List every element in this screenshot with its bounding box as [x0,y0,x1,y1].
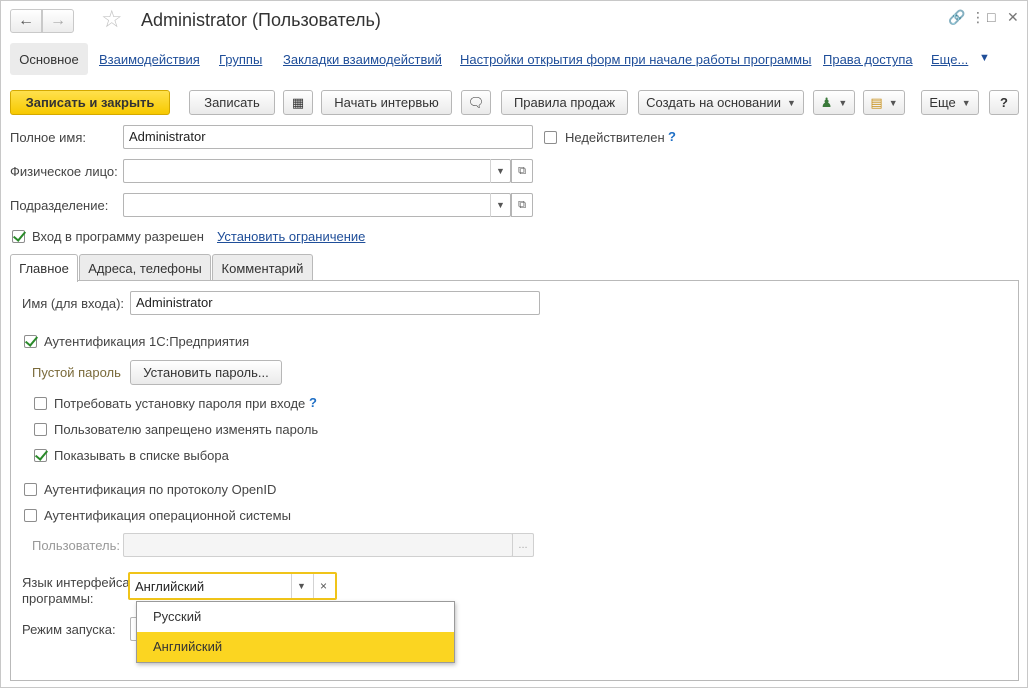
open-link-icon[interactable]: ⧉ [511,193,533,217]
tab-addresses-phones[interactable]: Адреса, телефоны [79,254,211,281]
forbid-change-password-label: Пользователю запрещено изменять пароль [54,422,319,437]
openid-label: Аутентификация по протоколу OpenID [44,482,277,497]
empty-password-label: Пустой пароль [32,365,121,380]
forbid-change-password-checkbox[interactable] [34,423,47,436]
auth-1c-checkbox[interactable] [24,335,37,348]
language-dropdown-list: Русский Английский [136,601,455,663]
maximize-icon[interactable]: □ [987,9,995,25]
document-list-button[interactable]: ▦ [283,90,313,115]
user-form-window: ← → ☆ Administrator (Пользователь) 🔗 ⋮ □… [0,0,1028,688]
chevron-down-icon[interactable]: ▼ [979,52,990,64]
users-menu-button[interactable]: ♟ ▼ [813,90,855,115]
department-label: Подразделение: [10,198,109,213]
show-in-list-label: Показывать в списке выбора [54,448,229,463]
openid-checkbox[interactable] [24,483,37,496]
sales-rules-button[interactable]: Правила продаж [501,90,628,115]
report-icon: ▤ [870,94,883,110]
department-input[interactable] [123,193,511,217]
link-icon[interactable]: 🔗 [948,9,965,26]
arrow-left-icon: ← [18,12,34,29]
arrow-right-icon: → [50,12,66,29]
dropdown-option-russian[interactable]: Русский [137,602,454,632]
create-based-on-button[interactable]: Создать на основании ▼ [638,90,804,115]
help-question-icon[interactable]: ? [668,129,676,144]
chevron-down-icon[interactable]: ▼ [490,193,510,217]
full-name-label: Полное имя: [10,130,86,145]
interface-language-label: Язык интерфейса [22,575,130,590]
os-auth-label: Аутентификация операционной системы [44,508,291,523]
save-and-close-button[interactable]: Записать и закрыть [10,90,170,115]
save-button[interactable]: Записать [189,90,275,115]
os-user-label: Пользователь: [32,538,120,553]
section-interaction-bookmarks[interactable]: Закладки взаимодействий [283,52,442,67]
launch-mode-label: Режим запуска: [22,622,116,637]
physical-person-label: Физическое лицо: [10,164,118,179]
reports-menu-button[interactable]: ▤ ▼ [863,90,905,115]
physical-person-input[interactable] [123,159,511,183]
chevron-down-icon[interactable]: ▼ [291,574,311,598]
login-name-input[interactable]: Administrator [130,291,540,315]
start-interview-button[interactable]: Начать интервью [321,90,452,115]
require-password-label: Потребовать установку пароля при входе [54,396,306,411]
invalid-checkbox[interactable] [544,131,557,144]
chevron-down-icon: ▼ [838,97,848,108]
section-more[interactable]: Еще... [931,52,968,67]
tab-comment[interactable]: Комментарий [212,254,313,281]
back-button[interactable]: ← [10,9,42,33]
clear-icon[interactable]: × [313,574,333,598]
dropdown-option-english[interactable]: Английский [137,632,454,662]
open-link-icon[interactable]: ⧉ [511,159,533,183]
section-form-settings[interactable]: Настройки открытия форм при начале работ… [460,52,811,67]
close-icon[interactable]: ✕ [1007,9,1019,26]
section-main[interactable]: Основное [10,43,88,75]
chat-icon: 🗨 [467,94,485,110]
login-allowed-label: Вход в программу разрешен [32,229,204,244]
section-interactions[interactable]: Взаимодействия [99,52,200,67]
login-name-label: Имя (для входа): [22,296,125,311]
require-password-checkbox[interactable] [34,397,47,410]
set-restriction-link[interactable]: Установить ограничение [217,229,365,244]
document-icon: ▦ [291,94,305,110]
os-user-input[interactable] [123,533,513,557]
chevron-down-icon: ▼ [888,97,898,108]
message-button[interactable]: 🗨 [461,90,491,115]
favorite-star-icon[interactable]: ☆ [101,7,123,33]
chevron-down-icon: ▼ [961,97,971,108]
os-auth-checkbox[interactable] [24,509,37,522]
auth-1c-label: Аутентификация 1С:Предприятия [44,334,250,349]
users-icon: ♟ [820,94,833,110]
more-button[interactable]: Еще ▼ [921,90,979,115]
select-ellipsis-icon[interactable]: ... [512,533,534,557]
login-allowed-checkbox[interactable] [12,230,25,243]
forward-button[interactable]: → [42,9,74,33]
chevron-down-icon[interactable]: ▼ [490,159,510,183]
window-title: Administrator (Пользователь) [141,10,381,30]
invalid-label: Недействителен [565,130,665,145]
full-name-input[interactable]: Administrator [123,125,533,149]
interface-language-label-line2: программы: [22,591,94,606]
section-access-rights[interactable]: Права доступа [823,52,913,67]
tab-main[interactable]: Главное [10,254,78,282]
show-in-list-checkbox[interactable] [34,449,47,462]
kebab-menu-icon[interactable]: ⋮ [971,9,985,26]
set-password-button[interactable]: Установить пароль... [130,360,282,385]
section-groups[interactable]: Группы [219,52,262,67]
help-button[interactable]: ? [989,90,1019,115]
chevron-down-icon: ▼ [786,97,796,108]
help-question-icon[interactable]: ? [309,395,317,410]
